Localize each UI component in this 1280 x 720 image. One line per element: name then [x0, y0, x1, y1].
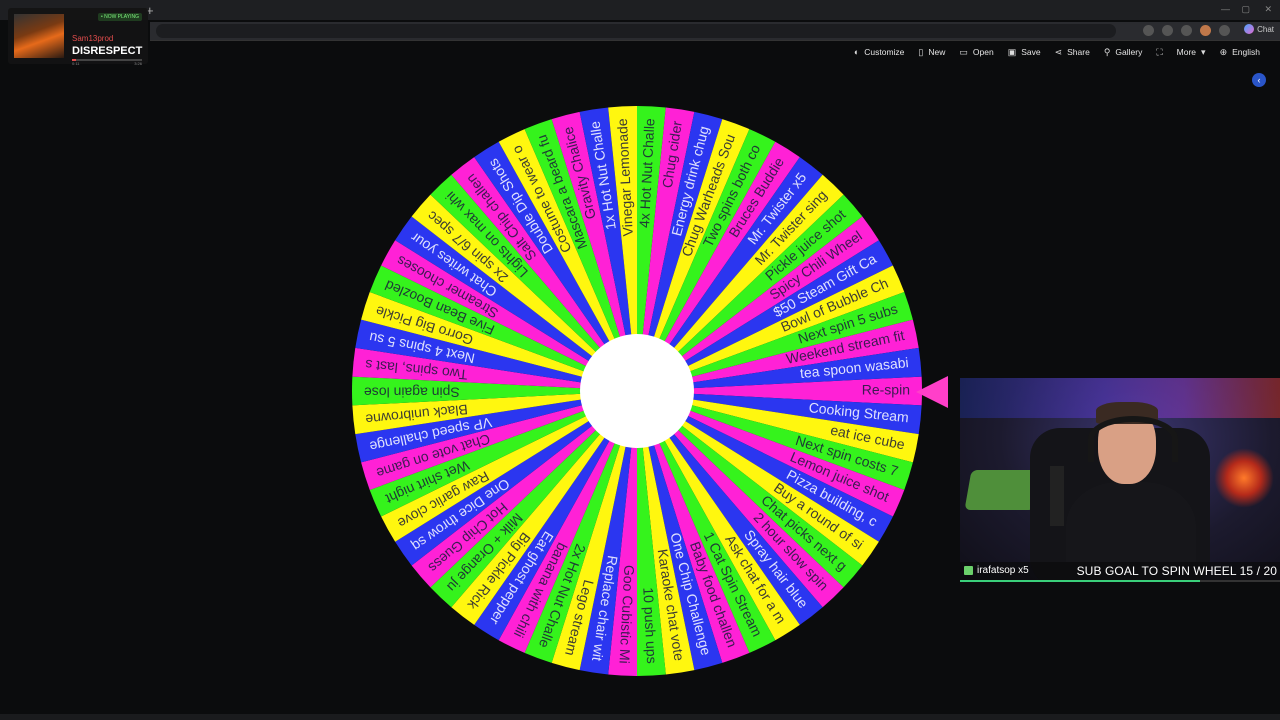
- sub-goal-progress: [960, 580, 1280, 582]
- share-button[interactable]: ⋖ Share: [1055, 47, 1090, 58]
- track-artist: Sam13prod: [72, 34, 114, 43]
- address-input[interactable]: [156, 24, 1116, 38]
- wheel-svg[interactable]: Re-spinCooking Streameat ice cubeNext sp…: [350, 104, 924, 678]
- new-button[interactable]: ▯ New: [918, 47, 945, 58]
- save-button[interactable]: ▣ Save: [1008, 47, 1041, 58]
- copilot-chat-button[interactable]: Chat: [1244, 24, 1274, 34]
- chevron-left-icon: ‹: [1257, 75, 1261, 85]
- close-window-icon[interactable]: ✕: [1264, 4, 1272, 15]
- track-title: DISRESPECT: [72, 45, 143, 57]
- customize-button[interactable]: ◐ Customize: [854, 47, 905, 57]
- profile-avatar[interactable]: [1200, 25, 1211, 36]
- menu-dots-icon[interactable]: [1219, 25, 1230, 36]
- sub-goal-text: SUB GOAL TO SPIN WHEEL 15 / 20: [1076, 564, 1277, 578]
- track-progress-bar: [72, 59, 142, 61]
- now-playing-widget: • NOW PLAYING Sam13prod DISRESPECT 0:11 …: [8, 8, 148, 66]
- more-button[interactable]: More ▾: [1177, 47, 1206, 58]
- share-label: Share: [1067, 47, 1090, 57]
- open-button[interactable]: ▭ Open: [959, 47, 993, 58]
- open-label: Open: [972, 47, 994, 57]
- streamer: [1050, 402, 1196, 580]
- microphone: [1050, 466, 1064, 526]
- album-art: [14, 14, 64, 58]
- wheel-hub[interactable]: [580, 334, 694, 448]
- language-button[interactable]: ⊕ English: [1220, 47, 1260, 58]
- spin-wheel[interactable]: Re-spin Cooking Stream eat ice cube Next sp…: [350, 104, 924, 678]
- browser-tab-strip: + — ▢ ✕: [0, 0, 1280, 20]
- gift-sub-alert: irafatsop x5: [964, 565, 1029, 576]
- gift-icon: [964, 566, 973, 575]
- restore-icon[interactable]: ▢: [1241, 4, 1250, 15]
- sub-goal-progress-fill: [960, 580, 1200, 582]
- globe-icon: ⊕: [1219, 46, 1228, 57]
- page-bottom-edge: [0, 714, 1280, 720]
- wheel-segment-label: Re-spin: [862, 382, 910, 398]
- minimize-icon[interactable]: —: [1221, 4, 1230, 14]
- palette-icon: ◐: [853, 47, 860, 57]
- sub-goal-bar: irafatsop x5 SUB GOAL TO SPIN WHEEL 15 /…: [960, 562, 1280, 582]
- gallery-button[interactable]: ⚲ Gallery: [1104, 47, 1143, 58]
- now-playing-badge: • NOW PLAYING: [97, 13, 142, 21]
- customize-label: Customize: [864, 47, 905, 57]
- copilot-icon: [1244, 24, 1255, 34]
- track-duration: 3:26: [134, 61, 142, 66]
- fullscreen-button[interactable]: ⛶: [1156, 47, 1162, 58]
- share-icon: ⋖: [1054, 46, 1063, 57]
- extension-icon[interactable]: [1143, 25, 1154, 36]
- lamp-glow: [1214, 448, 1274, 508]
- track-elapsed: 0:11: [72, 61, 80, 66]
- chevron-down-icon: ▾: [1201, 46, 1206, 57]
- fullscreen-icon: ⛶: [1156, 46, 1163, 57]
- gifter-name: irafatsop x5: [977, 565, 1029, 576]
- browser-extensions: [1143, 25, 1230, 36]
- chat-label: Chat: [1257, 24, 1274, 34]
- language-label: English: [1232, 47, 1260, 57]
- collapse-panel-button[interactable]: ‹: [1252, 73, 1266, 87]
- folder-icon: ▭: [959, 46, 968, 57]
- save-icon: ▣: [1007, 46, 1017, 57]
- new-label: New: [928, 47, 946, 57]
- search-icon: ⚲: [1103, 46, 1111, 57]
- wheel-toolbar: ◐ Customize ▯ New ▭ Open ▣ Save ⋖ Share ⚲ Gall…: [854, 44, 1260, 60]
- file-icon: ▯: [918, 46, 924, 57]
- gallery-label: Gallery: [1115, 47, 1143, 57]
- bookmark-star-icon[interactable]: [1162, 25, 1173, 36]
- headphones: [1088, 416, 1178, 462]
- more-label: More: [1176, 47, 1197, 57]
- save-label: Save: [1021, 47, 1041, 57]
- wheel-segment-label: Spin again lose: [364, 384, 460, 400]
- browser-address-bar-row: [150, 22, 1280, 41]
- webcam-overlay: [960, 378, 1280, 580]
- refresh-extension-icon[interactable]: [1181, 25, 1192, 36]
- wheel-pointer-icon: [916, 376, 948, 408]
